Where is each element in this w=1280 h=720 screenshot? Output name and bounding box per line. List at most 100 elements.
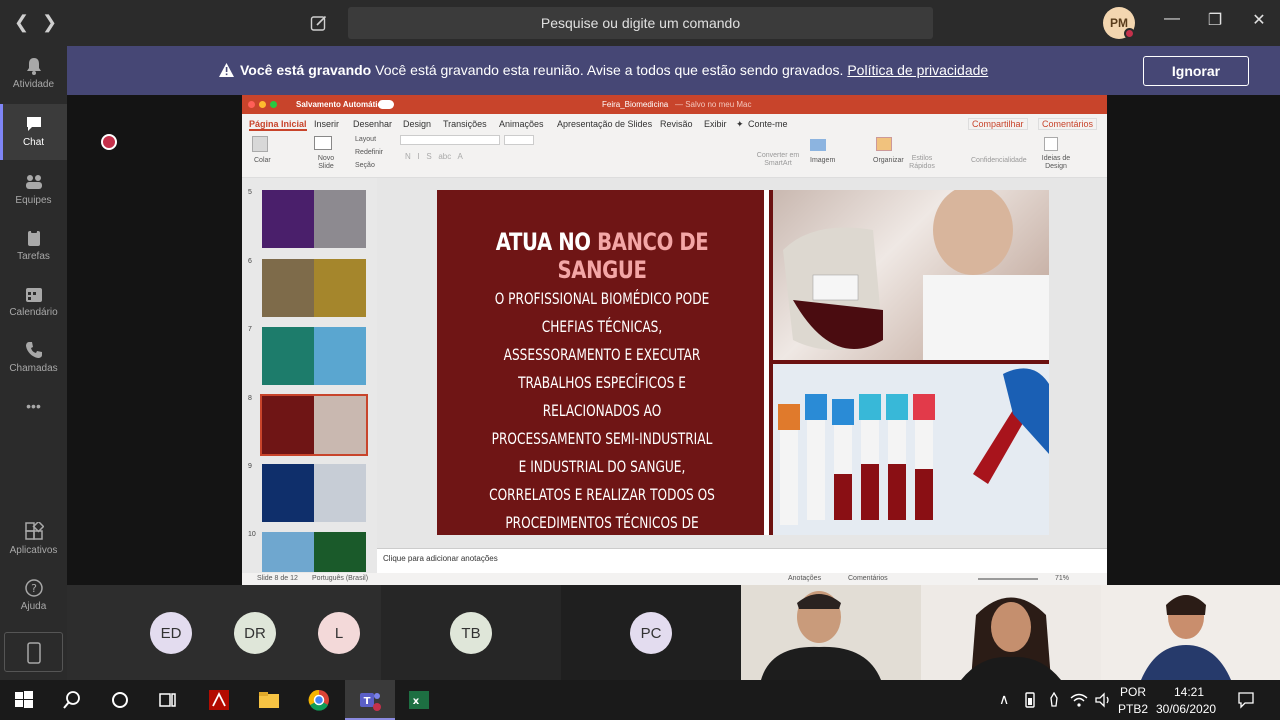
slide-thumbnail (262, 259, 366, 317)
tab-conte-me: Conte-me (748, 119, 788, 129)
clock-time[interactable]: 14:21 (1174, 685, 1204, 699)
participant-avatar-pc[interactable]: PC (630, 612, 672, 654)
slide-title: ATUA NO BANCO DE SANGUE (467, 228, 738, 284)
thumb-number: 5 (248, 189, 252, 196)
presence-busy-icon (1124, 28, 1135, 39)
excel-icon[interactable]: x (407, 688, 431, 712)
tasks-icon (27, 229, 40, 246)
mobile-icon (27, 642, 41, 664)
rail-label: Equipes (15, 195, 52, 206)
tab-pagina-inicial: Página Inicial (249, 119, 307, 131)
design-ideas-label: Ideias de Design (1041, 155, 1071, 170)
svg-text:x: x (413, 696, 420, 707)
rail-label: Calendário (9, 307, 58, 318)
new-slide-label: Novo Slide (317, 155, 335, 170)
test-tubes-photo (773, 364, 1049, 535)
warning-icon (219, 63, 234, 77)
clock-date[interactable]: 30/06/2020 (1156, 702, 1216, 716)
zoom-slider (978, 578, 1038, 580)
ppt-filename: Feira_Biomedicina (602, 100, 669, 109)
more-apps-button[interactable]: ••• (0, 398, 67, 414)
privacy-policy-link[interactable]: Política de privacidade (847, 62, 988, 78)
acrobat-icon[interactable] (207, 688, 231, 712)
pen-icon[interactable] (1047, 692, 1061, 708)
new-slide-icon (314, 136, 332, 150)
participant-tile-tb: TB (381, 585, 561, 680)
tab-exibir: Exibir (704, 119, 727, 129)
chrome-icon[interactable] (307, 688, 331, 712)
rail-item-chat[interactable]: Chat (0, 104, 67, 160)
chat-icon (26, 117, 41, 131)
search-input[interactable]: Pesquise ou digite um comando (348, 7, 933, 39)
keyboard-layout[interactable]: PTB2 (1118, 702, 1148, 716)
paste-label: Colar (254, 157, 271, 164)
banner-message: Você está gravando Você está gravando es… (219, 62, 988, 78)
language-label: Português (Brasil) (312, 575, 369, 582)
ppt-ribbon-tabs: Página Inicial Inserir Desenhar Design T… (242, 114, 1107, 132)
participant-avatar-l[interactable]: L (318, 612, 360, 654)
tab-design: Design (403, 119, 432, 129)
rail-item-ajuda[interactable]: ? Ajuda (0, 578, 67, 612)
svg-text:T: T (364, 696, 371, 707)
participant-avatar-ed[interactable]: ED (150, 612, 192, 654)
slide-counter: Slide 8 de 12 (257, 575, 298, 582)
arrange-icon (876, 137, 892, 151)
participant-video-2[interactable] (921, 585, 1101, 680)
participant-avatar-dr[interactable]: DR (234, 612, 276, 654)
battery-icon[interactable] (1024, 692, 1036, 708)
slide-body-text: O PROFISSIONAL BIOMÉDICO PODE CHEFIAS TÉ… (489, 289, 715, 532)
taskbar-teams-active[interactable]: T (345, 680, 395, 720)
forward-arrow-icon[interactable]: ❯ (42, 12, 57, 33)
cortana-icon[interactable] (108, 688, 132, 712)
tray-chevron-icon[interactable]: ∧ (999, 691, 1009, 708)
restore-button[interactable]: ❐ (1200, 10, 1230, 30)
mac-zoom-icon (270, 101, 277, 108)
notifications-icon[interactable] (1237, 691, 1255, 709)
wifi-icon[interactable] (1070, 692, 1088, 708)
ignore-button[interactable]: Ignorar (1143, 56, 1249, 86)
close-button[interactable]: ✕ (1244, 10, 1274, 30)
rail-item-equipes[interactable]: Equipes (0, 172, 67, 206)
participant-avatar-tb[interactable]: TB (450, 612, 492, 654)
ppt-title-bar: Salvamento Automático Feira_Biomedicina … (242, 95, 1107, 114)
search-icon[interactable] (60, 688, 84, 712)
compose-icon[interactable] (310, 14, 328, 32)
rail-label: Aplicativos (9, 545, 58, 556)
rail-item-calendario[interactable]: Calendário (0, 284, 67, 318)
participant-video-3[interactable] (1101, 585, 1280, 680)
language-code[interactable]: POR (1120, 685, 1146, 699)
mac-minimize-icon (259, 101, 266, 108)
rail-item-aplicativos[interactable]: Aplicativos (0, 522, 67, 556)
minimize-button[interactable]: — (1157, 10, 1187, 28)
participant-group-tile: ED DR L (67, 585, 381, 680)
rail-label: Tarefas (17, 251, 50, 262)
back-arrow-icon[interactable]: ❮ (14, 12, 29, 33)
phone-icon (25, 342, 42, 358)
title-bar: ❮ ❯ Pesquise ou digite um comando PM — ❐… (0, 0, 1280, 46)
share-button: Compartilhar (968, 118, 1028, 130)
device-button[interactable] (4, 632, 63, 672)
format-buttons: N I S abc A (405, 152, 463, 161)
volume-icon[interactable] (1094, 692, 1112, 708)
rail-item-chamadas[interactable]: Chamadas (0, 340, 67, 374)
slide-thumbnail (262, 532, 366, 572)
thumb-number: 9 (248, 463, 252, 470)
slide-thumbnail (262, 327, 366, 385)
participant-video-1[interactable] (741, 585, 921, 680)
tab-desenhar: Desenhar (353, 119, 393, 129)
thumb-number: 8 (248, 395, 252, 402)
rail-item-tarefas[interactable]: Tarefas (0, 228, 67, 262)
arrange-label: Organizar (873, 157, 904, 164)
font-family-select (400, 135, 500, 145)
section-label: Seção (355, 162, 375, 169)
tab-revisao: Revisão (660, 119, 693, 129)
thumb-number: 10 (248, 531, 256, 538)
task-view-icon[interactable] (156, 688, 180, 712)
windows-start-icon[interactable] (12, 688, 36, 712)
app-rail: Atividade Chat Equipes Tarefas Calendári… (0, 46, 67, 680)
mac-close-icon (248, 101, 255, 108)
file-explorer-icon[interactable] (257, 688, 281, 712)
rail-item-atividade[interactable]: Atividade (0, 56, 67, 90)
slide-divider (764, 190, 769, 535)
thumb-number: 7 (248, 326, 252, 333)
